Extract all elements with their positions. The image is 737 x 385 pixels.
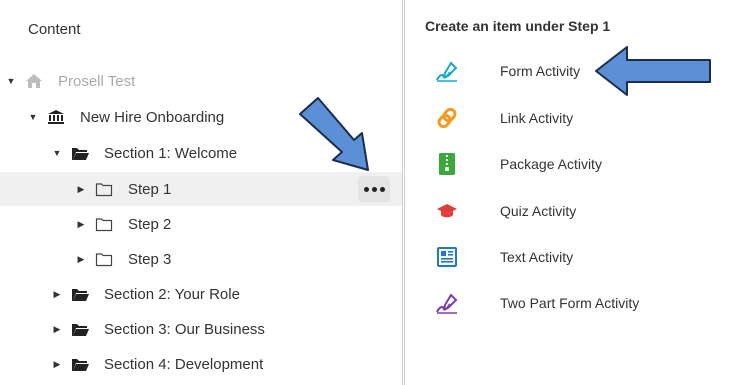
folder-open-icon: [70, 285, 90, 303]
tree-item-step-3[interactable]: ▶ Step 3: [0, 242, 402, 276]
activity-package[interactable]: Package Activity: [435, 149, 735, 179]
bank-icon: [46, 108, 66, 126]
caret-right-icon[interactable]: ▶: [52, 359, 62, 370]
caret-right-icon[interactable]: ▶: [52, 289, 62, 300]
folder-outline-icon: [94, 215, 114, 233]
folder-outline-icon: [94, 180, 114, 198]
tree-item-label: Section 2: Your Role: [104, 285, 240, 303]
two-part-form-icon: [435, 291, 459, 315]
content-tree-panel: Content ▼ Prosell Test ▼ New Hire Onboar…: [0, 0, 402, 385]
form-edit-icon: [435, 59, 459, 83]
caret-right-icon[interactable]: ▶: [52, 324, 62, 335]
activity-two-part-form[interactable]: Two Part Form Activity: [435, 288, 735, 318]
activity-label: Form Activity: [500, 63, 581, 79]
more-horizontal-icon: [363, 186, 369, 192]
graduation-cap-icon: [435, 199, 459, 223]
tree-item-label: Section 3: Our Business: [104, 320, 265, 338]
more-options-button[interactable]: [358, 176, 390, 202]
tree-item-label: Section 1: Welcome: [104, 144, 238, 162]
tree-item-label: Step 2: [128, 215, 172, 233]
caret-down-icon[interactable]: ▼: [6, 76, 16, 86]
more-dot: [379, 186, 385, 192]
text-document-icon: [435, 245, 459, 269]
tree-item-label: Step 3: [128, 250, 172, 268]
create-item-panel: Create an item under Step 1 Form Activit…: [405, 0, 737, 385]
zip-package-icon: [435, 152, 459, 176]
tree-item-prosell-test[interactable]: ▼ Prosell Test: [0, 64, 402, 98]
activity-label: Quiz Activity: [500, 203, 577, 219]
activity-label: Package Activity: [500, 156, 602, 172]
folder-open-icon: [70, 355, 90, 373]
more-dot: [371, 186, 377, 192]
tree-item-step-1[interactable]: ▶ Step 1: [0, 172, 402, 206]
create-item-title: Create an item under Step 1: [425, 18, 611, 34]
activity-quiz[interactable]: Quiz Activity: [435, 196, 735, 226]
tree-item-section-1[interactable]: ▼ Section 1: Welcome: [0, 136, 402, 170]
tree-item-label: Prosell Test: [58, 72, 136, 90]
caret-right-icon[interactable]: ▶: [76, 219, 86, 230]
activity-label: Two Part Form Activity: [500, 295, 640, 311]
activity-link[interactable]: Link Activity: [435, 103, 735, 133]
folder-open-icon: [70, 144, 90, 162]
activity-label: Link Activity: [500, 110, 574, 126]
tree-item-new-hire-onboarding[interactable]: ▼ New Hire Onboarding: [0, 100, 402, 134]
activity-label: Text Activity: [500, 249, 574, 265]
tree-item-label: Section 4: Development: [104, 355, 264, 373]
tree-item-section-4[interactable]: ▶ Section 4: Development: [0, 347, 402, 381]
tree-item-label: New Hire Onboarding: [80, 108, 225, 126]
home-icon: [24, 72, 44, 90]
activity-form[interactable]: Form Activity: [435, 56, 735, 86]
activity-text[interactable]: Text Activity: [435, 242, 735, 272]
tree-item-section-3[interactable]: ▶ Section 3: Our Business: [0, 312, 402, 346]
caret-right-icon[interactable]: ▶: [76, 184, 86, 195]
tree-item-section-2[interactable]: ▶ Section 2: Your Role: [0, 277, 402, 311]
folder-open-icon: [70, 320, 90, 338]
caret-down-icon[interactable]: ▼: [28, 112, 38, 122]
caret-right-icon[interactable]: ▶: [76, 254, 86, 265]
tree-item-label: Step 1: [128, 180, 172, 198]
link-icon: [435, 106, 459, 130]
panel-title: Content: [28, 21, 81, 38]
tree-item-step-2[interactable]: ▶ Step 2: [0, 207, 402, 241]
folder-outline-icon: [94, 250, 114, 268]
caret-down-icon[interactable]: ▼: [52, 148, 62, 158]
